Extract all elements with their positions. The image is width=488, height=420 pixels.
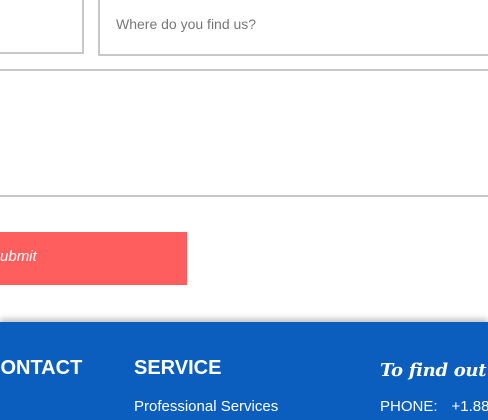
submit-button[interactable]: Submit — [0, 232, 187, 285]
find-us-placeholder: Where do you find us? — [116, 16, 257, 32]
service-heading: SERVICE — [134, 357, 222, 379]
message-textarea[interactable] — [0, 69, 488, 197]
name-field[interactable] — [0, 0, 84, 54]
contact-heading: CONTACT — [0, 357, 83, 379]
phone-label: PHONE: — [380, 398, 438, 415]
professional-services-link[interactable]: Professional Services — [134, 398, 278, 415]
footer: CONTACT SERVICE Professional Services To… — [0, 322, 488, 420]
submit-button-label: Submit — [0, 248, 37, 265]
phone-number[interactable]: +1.888 — [452, 398, 488, 415]
footer-tagline: To find out more — [380, 360, 488, 381]
footer-phone: PHONE: +1.888 — [380, 398, 488, 415]
page: Where do you find us? Submit CONTACT SER… — [0, 0, 488, 420]
find-us-field[interactable]: Where do you find us? — [98, 0, 488, 56]
